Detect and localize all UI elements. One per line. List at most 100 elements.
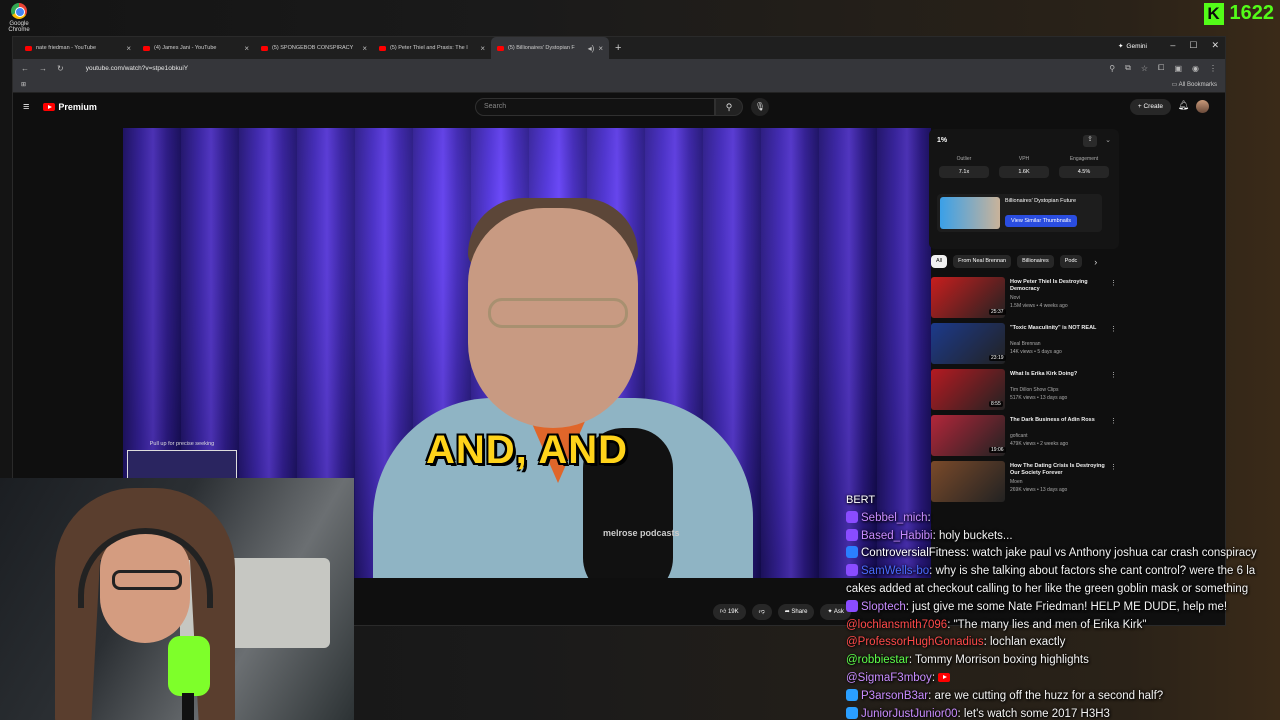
extension-logo-icon: 1% xyxy=(937,137,948,144)
recommendation-item[interactable]: 8:55 What Is Erika Kirk Doing? Tim Dillon … xyxy=(931,367,1121,413)
bookmarks-bar: ⊞ ▭ All Bookmarks xyxy=(13,77,1225,93)
notifications-bell-icon[interactable]: 🔔︎ xyxy=(1178,100,1189,111)
youtube-favicon-icon xyxy=(143,45,150,51)
dislike-button[interactable]: 👎︎ xyxy=(751,604,772,620)
streamer-webcam xyxy=(0,478,354,720)
chat-username: ControversialFitness xyxy=(861,547,966,560)
share-button[interactable]: ➦ Share xyxy=(777,604,815,620)
maximize-button[interactable]: ☐ xyxy=(1189,40,1197,51)
similar-thumbnails-card: Billionaires' Dystopian Future View Simi… xyxy=(937,194,1102,232)
close-tab-icon[interactable]: × xyxy=(244,44,249,53)
view-similar-thumbnails-button[interactable]: View Similar Thumbnails xyxy=(1005,215,1078,227)
more-options-icon[interactable]: ⋮ xyxy=(1110,325,1117,333)
recommendation-item[interactable]: 23:19 "Toxic Masculinity" is NOT REAL Neal… xyxy=(931,321,1121,367)
tab-2[interactable]: (5) SPONGEBOB CONSPIRACY × xyxy=(255,37,373,59)
kick-viewer-count: K 1622 xyxy=(1203,2,1275,25)
address-bar: ← → ↻ youtube.com/watch?v=stpe1obkuiY ⚲ … xyxy=(13,59,1225,77)
recommendation-chips: All From Neal Brennan Billionaires Podc … xyxy=(931,255,1097,268)
more-options-icon[interactable]: ⋮ xyxy=(1110,417,1117,425)
search-icon: ⚲ xyxy=(725,102,733,112)
close-tab-icon[interactable]: × xyxy=(126,44,131,53)
mic-brand-label: melrose podcasts xyxy=(603,528,680,538)
stat-engagement: Engagement 4.5% xyxy=(1059,156,1109,178)
chat-username: @SigmaF3mboy xyxy=(846,671,932,684)
tab-3[interactable]: (5) Peter Thiel and Praxis: The I × xyxy=(373,37,491,59)
minimize-button[interactable]: – xyxy=(1170,40,1175,51)
tab-label: (5) Peter Thiel and Praxis: The I xyxy=(390,45,468,51)
chat-username: Based_Habibi xyxy=(861,529,933,542)
export-button[interactable]: ⇪ xyxy=(1083,135,1097,147)
chat-message: @robbiestar: Tommy Morrison boxing highl… xyxy=(846,654,1089,667)
close-tab-icon[interactable]: × xyxy=(598,44,603,53)
like-count: 19K xyxy=(727,609,739,615)
chip-podcasts[interactable]: Podc xyxy=(1059,255,1083,268)
new-tab-button[interactable]: + xyxy=(615,42,621,54)
sub-badge-icon xyxy=(846,510,858,523)
extensions-icon[interactable]: ⧠ xyxy=(1158,63,1164,73)
all-bookmarks[interactable]: ▭ All Bookmarks xyxy=(1172,81,1217,88)
chat-text: watch jake paul vs Anthony joshua car cr… xyxy=(972,547,1257,560)
zoom-icon[interactable]: ⚲ xyxy=(1109,64,1115,73)
more-options-icon[interactable]: ⋮ xyxy=(1110,371,1117,379)
chat-message: @lochlansmith7096: "The many lies and me… xyxy=(846,618,1147,631)
gemini-button[interactable]: ✦ Gemini xyxy=(1118,42,1147,51)
chat-text: holy buckets... xyxy=(939,529,1013,542)
sidebar-icon[interactable]: ▣ xyxy=(1174,64,1182,73)
close-window-button[interactable]: ✕ xyxy=(1211,40,1219,51)
profile-icon[interactable]: ◉ xyxy=(1192,64,1199,73)
speaker-icon[interactable]: ◂) xyxy=(588,44,595,53)
voice-search-button[interactable]: 🎙︎ xyxy=(751,98,769,116)
apps-grid-icon[interactable]: ⊞ xyxy=(21,81,26,88)
stat-outlier: Outlier 7.1x xyxy=(939,156,989,178)
chat-text: lochlan exactly xyxy=(990,636,1066,649)
close-tab-icon[interactable]: × xyxy=(362,44,367,53)
chat-message: Sloptech: just give me some Nate Friedma… xyxy=(846,599,1280,617)
search-button[interactable]: ⚲ xyxy=(715,98,743,116)
chip-from-channel[interactable]: From Neal Brennan xyxy=(953,255,1012,268)
all-bookmarks-label: All Bookmarks xyxy=(1178,82,1217,88)
sub-badge-icon xyxy=(846,599,858,612)
chat-message: P3arsonB3ar: are we cutting off the huzz… xyxy=(846,688,1280,706)
hamburger-menu-icon[interactable]: ≡ xyxy=(23,101,29,113)
forward-icon[interactable]: → xyxy=(39,64,47,73)
chat-message: JuniorJustJunior00: let's watch some 201… xyxy=(846,706,1280,720)
video-actions: 👍︎ 19K 👎︎ ➦ Share ✦ Ask xyxy=(713,604,851,620)
reload-icon[interactable]: ↻ xyxy=(57,64,64,73)
recommendation-item[interactable]: 19:06 The Dark Business of Adin Ross gofic… xyxy=(931,413,1121,459)
menu-dots-icon[interactable]: ⋮ xyxy=(1209,64,1217,73)
chevron-down-icon[interactable]: ⌄ xyxy=(1105,136,1111,144)
chat-username: @ProfessorHughGonadius xyxy=(846,636,984,649)
create-button[interactable]: + Create xyxy=(1129,99,1171,115)
more-options-icon[interactable]: ⋮ xyxy=(1110,279,1117,287)
chip-all[interactable]: All xyxy=(931,255,948,268)
video-caption: AND, AND xyxy=(425,428,629,472)
chat-username: SamWells-bo xyxy=(861,565,930,578)
sub-badge-icon xyxy=(846,706,858,719)
stat-vph: VPH 1.6K xyxy=(999,156,1049,178)
more-options-icon[interactable]: ⋮ xyxy=(1110,463,1117,471)
chrome-icon xyxy=(11,3,27,19)
chat-username: @robbiestar xyxy=(846,654,909,667)
url-field[interactable]: youtube.com/watch?v=stpe1obkuiY xyxy=(74,65,1100,72)
chevron-right-icon[interactable]: › xyxy=(1094,257,1097,267)
desktop-chrome-shortcut[interactable]: Google Chrome xyxy=(6,3,32,33)
close-tab-icon[interactable]: × xyxy=(480,44,485,53)
tab-1[interactable]: (4) James Jani - YouTube × xyxy=(137,37,255,59)
youtube-favicon-icon xyxy=(25,45,32,51)
recommendation-item[interactable]: 25:37 How Peter Thiel Is Destroying Democ… xyxy=(931,275,1121,321)
thumbs-up-icon: 👍︎ xyxy=(720,609,728,615)
kick-logo-icon: K xyxy=(1203,2,1224,25)
kick-count: 1622 xyxy=(1229,2,1275,24)
like-button[interactable]: 👍︎ 19K xyxy=(713,604,746,620)
bookmark-star-icon[interactable]: ☆ xyxy=(1141,64,1148,73)
chip-billionaires[interactable]: Billionaires xyxy=(1017,255,1054,268)
back-icon[interactable]: ← xyxy=(21,64,29,73)
search-input[interactable]: Search xyxy=(475,98,715,116)
youtube-logo[interactable]: Premium xyxy=(43,102,97,112)
tab-4-active[interactable]: (5) Billionaires' Dystopian F ◂) × xyxy=(491,37,609,59)
tab-0[interactable]: nate friedman - YouTube × xyxy=(19,37,137,59)
cast-icon[interactable]: ⧉ xyxy=(1125,63,1131,73)
video-frame-subject: melrose podcasts xyxy=(373,188,753,578)
account-avatar[interactable] xyxy=(1196,100,1209,113)
youtube-header: ≡ Premium Search ⚲ 🎙︎ + Create 🔔︎ xyxy=(13,93,1225,121)
